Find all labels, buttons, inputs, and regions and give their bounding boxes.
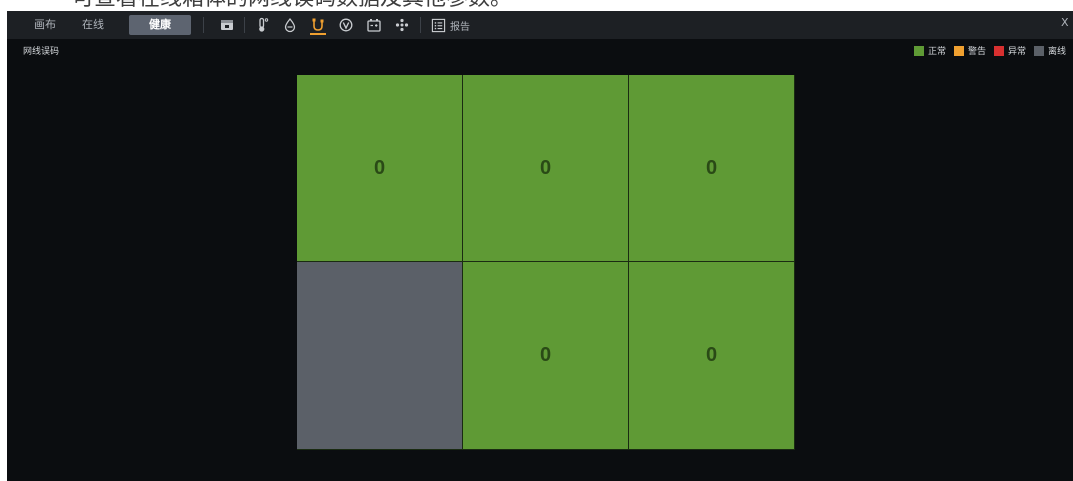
- report-label: 报告: [450, 21, 470, 33]
- legend-swatch: [1034, 45, 1045, 56]
- legend-swatch: [954, 45, 965, 56]
- legend-item-normal: 正常: [914, 44, 946, 57]
- toolbar-divider: [420, 17, 421, 33]
- error-count: 0: [705, 156, 718, 179]
- toolbar-divider: [244, 17, 245, 33]
- section-title: 网线误码: [23, 47, 60, 57]
- cabinet-cell[interactable]: 0: [463, 75, 629, 262]
- toolbar: 画布 在线 健康 报告 X: [7, 11, 1073, 39]
- cabinet-grid: 0 0 0 0 0: [297, 75, 795, 450]
- voltage-icon[interactable]: [332, 11, 360, 39]
- battery-icon[interactable]: [360, 11, 388, 39]
- tab-canvas[interactable]: 画布: [21, 15, 69, 35]
- network-cable-icon[interactable]: [304, 11, 332, 39]
- legend-swatch: [994, 45, 1005, 56]
- document-caption: 可查看在线箱体的网线误码数据及其他参数。: [72, 0, 832, 11]
- error-count: 0: [539, 344, 552, 366]
- tab-health[interactable]: 健康: [129, 15, 191, 35]
- legend-swatch: [914, 45, 924, 56]
- app-window: 画布 在线 健康 报告 X 网线误码 正常 警告 异常 离线 0 0 0 0 0: [7, 11, 1073, 481]
- fan-icon[interactable]: [388, 11, 416, 39]
- legend-item-offline: 离线: [1034, 44, 1066, 57]
- error-count: 0: [705, 344, 718, 366]
- error-count: 0: [373, 156, 386, 179]
- legend-item-error: 异常: [994, 44, 1026, 57]
- cabinet-cell[interactable]: 0: [629, 262, 795, 450]
- cabinet-cell[interactable]: 0: [297, 75, 463, 262]
- legend-item-warning: 警告: [954, 44, 986, 57]
- legend-label: 离线: [1048, 47, 1067, 57]
- cabinet-cell[interactable]: [297, 262, 463, 450]
- tab-online[interactable]: 在线: [69, 15, 117, 35]
- report-list-icon: [431, 18, 446, 32]
- error-count: 0: [539, 156, 552, 179]
- legend-label: 异常: [1008, 47, 1027, 57]
- cabinet-cell[interactable]: 0: [629, 75, 795, 262]
- humidity-icon[interactable]: [276, 11, 304, 39]
- toolbar-divider: [203, 17, 204, 33]
- legend-label: 警告: [968, 47, 987, 57]
- thermometer-icon[interactable]: [248, 11, 276, 39]
- close-button[interactable]: X: [1061, 11, 1073, 39]
- cabinet-cell[interactable]: 0: [463, 262, 629, 450]
- legend-label: 正常: [928, 47, 947, 57]
- report-button[interactable]: 报告: [425, 11, 476, 39]
- status-legend: 正常 警告 异常 离线: [914, 44, 1073, 57]
- monitor-icon[interactable]: [213, 11, 241, 39]
